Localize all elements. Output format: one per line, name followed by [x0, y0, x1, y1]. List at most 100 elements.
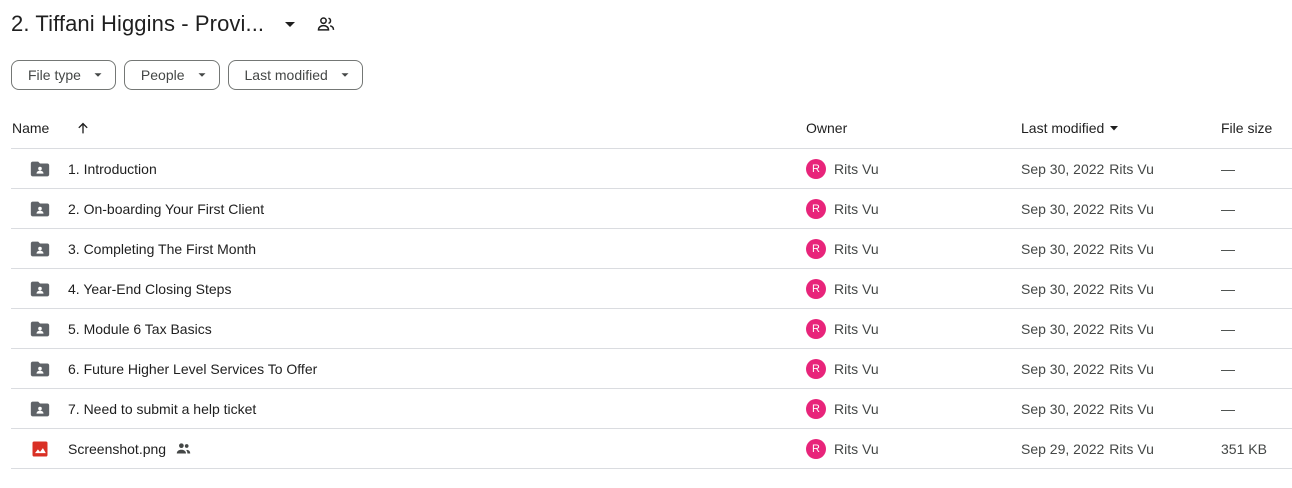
- owner-name: Rits Vu: [834, 400, 879, 417]
- last-modified-filter-label: Last modified: [244, 67, 328, 83]
- shared-people-icon[interactable]: [314, 12, 338, 36]
- chevron-down-icon: [195, 68, 209, 82]
- modified-by: Rits Vu: [1109, 160, 1154, 177]
- file-size: —: [1221, 360, 1235, 377]
- last-modified-cell: Sep 30, 2022 Rits Vu: [1021, 189, 1154, 228]
- file-size: —: [1221, 160, 1235, 177]
- last-modified-column-header[interactable]: Last modified: [1021, 120, 1120, 136]
- table-header: Name Owner Last modified File size: [11, 108, 1292, 149]
- avatar[interactable]: R: [806, 398, 826, 419]
- owner-cell: R Rits Vu: [806, 429, 879, 468]
- modified-date: Sep 30, 2022: [1021, 280, 1105, 297]
- file-size: —: [1221, 200, 1235, 217]
- modified-by: Rits Vu: [1109, 400, 1154, 417]
- avatar[interactable]: R: [806, 438, 826, 459]
- last-modified-filter[interactable]: Last modified: [227, 60, 363, 90]
- table-row[interactable]: 1. Introduction R Rits Vu Sep 30, 2022 R…: [11, 149, 1292, 189]
- file-type-filter-label: File type: [28, 67, 81, 83]
- file-name: 1. Introduction: [68, 160, 157, 177]
- modified-by: Rits Vu: [1109, 280, 1154, 297]
- shared-folder-icon: [29, 269, 51, 308]
- modified-date: Sep 30, 2022: [1021, 240, 1105, 257]
- sort-descending-caret-icon: [1108, 122, 1120, 134]
- table-row[interactable]: 6. Future Higher Level Services To Offer…: [11, 349, 1292, 389]
- table-row[interactable]: 2. On-boarding Your First Client R Rits …: [11, 189, 1292, 229]
- modified-by: Rits Vu: [1109, 200, 1154, 217]
- file-type-filter[interactable]: File type: [11, 60, 116, 90]
- avatar[interactable]: R: [806, 238, 826, 259]
- last-modified-cell: Sep 30, 2022 Rits Vu: [1021, 309, 1154, 348]
- filter-chips: File type People Last modified: [11, 60, 363, 90]
- modified-date: Sep 30, 2022: [1021, 400, 1105, 417]
- file-name: 4. Year-End Closing Steps: [68, 280, 232, 297]
- sort-ascending-icon[interactable]: [71, 116, 95, 140]
- modified-by: Rits Vu: [1109, 360, 1154, 377]
- modified-date: Sep 30, 2022: [1021, 160, 1105, 177]
- file-size-cell: —: [1221, 229, 1235, 268]
- arrow-drop-down-icon[interactable]: [278, 12, 302, 36]
- owner-name: Rits Vu: [834, 280, 879, 297]
- modified-date: Sep 29, 2022: [1021, 440, 1105, 457]
- modified-by: Rits Vu: [1109, 320, 1154, 337]
- shared-folder-icon: [29, 189, 51, 228]
- owner-cell: R Rits Vu: [806, 269, 879, 308]
- owner-name: Rits Vu: [834, 440, 879, 457]
- file-size: 351 KB: [1221, 440, 1267, 457]
- file-name: 2. On-boarding Your First Client: [68, 200, 265, 217]
- image-file-icon: [29, 429, 51, 468]
- avatar[interactable]: R: [806, 158, 826, 179]
- owner-cell: R Rits Vu: [806, 149, 879, 188]
- people-filter[interactable]: People: [123, 60, 220, 90]
- owner-column-header: Owner: [806, 120, 847, 136]
- owner-cell: R Rits Vu: [806, 189, 879, 228]
- owner-name: Rits Vu: [834, 320, 879, 337]
- table-row[interactable]: 4. Year-End Closing Steps R Rits Vu Sep …: [11, 269, 1292, 309]
- owner-cell: R Rits Vu: [806, 309, 879, 348]
- table-row[interactable]: Screenshot.png R Rits Vu Sep 29, 2022 Ri…: [11, 429, 1292, 469]
- avatar[interactable]: R: [806, 198, 826, 219]
- shared-folder-icon: [29, 149, 51, 188]
- file-size-column-header: File size: [1221, 120, 1272, 136]
- last-modified-cell: Sep 30, 2022 Rits Vu: [1021, 349, 1154, 388]
- modified-by: Rits Vu: [1109, 440, 1154, 457]
- file-size: —: [1221, 400, 1235, 417]
- file-size: —: [1221, 320, 1235, 337]
- shared-folder-icon: [29, 349, 51, 388]
- owner-cell: R Rits Vu: [806, 229, 879, 268]
- owner-name: Rits Vu: [834, 160, 879, 177]
- folder-title[interactable]: 2. Tiffani Higgins - Provi...: [11, 11, 264, 37]
- avatar[interactable]: R: [806, 358, 826, 379]
- name-column-header[interactable]: Name: [12, 116, 95, 140]
- last-modified-cell: Sep 30, 2022 Rits Vu: [1021, 269, 1154, 308]
- avatar[interactable]: R: [806, 278, 826, 299]
- modified-by: Rits Vu: [1109, 240, 1154, 257]
- name-column-label: Name: [12, 120, 50, 136]
- owner-name: Rits Vu: [834, 200, 879, 217]
- file-size-cell: —: [1221, 349, 1235, 388]
- chevron-down-icon: [338, 68, 352, 82]
- file-size-cell: —: [1221, 149, 1235, 188]
- shared-folder-icon: [29, 309, 51, 348]
- file-list: Name Owner Last modified File size 1. In…: [11, 108, 1292, 469]
- last-modified-cell: Sep 30, 2022 Rits Vu: [1021, 229, 1154, 268]
- people-filter-label: People: [140, 67, 185, 83]
- modified-date: Sep 30, 2022: [1021, 200, 1105, 217]
- file-size-cell: —: [1221, 389, 1235, 428]
- shared-folder-icon: [29, 229, 51, 268]
- folder-header: 2. Tiffani Higgins - Provi...: [11, 8, 338, 40]
- file-name: Screenshot.png: [68, 440, 167, 457]
- file-size-cell: —: [1221, 269, 1235, 308]
- file-size-cell: —: [1221, 309, 1235, 348]
- table-row[interactable]: 3. Completing The First Month R Rits Vu …: [11, 229, 1292, 269]
- last-modified-cell: Sep 30, 2022 Rits Vu: [1021, 149, 1154, 188]
- modified-date: Sep 30, 2022: [1021, 320, 1105, 337]
- owner-name: Rits Vu: [834, 240, 879, 257]
- last-modified-cell: Sep 29, 2022 Rits Vu: [1021, 429, 1154, 468]
- shared-folder-icon: [29, 389, 51, 428]
- table-row[interactable]: 7. Need to submit a help ticket R Rits V…: [11, 389, 1292, 429]
- file-name: 3. Completing The First Month: [68, 240, 257, 257]
- table-row[interactable]: 5. Module 6 Tax Basics R Rits Vu Sep 30,…: [11, 309, 1292, 349]
- chevron-down-icon: [91, 68, 105, 82]
- avatar[interactable]: R: [806, 318, 826, 339]
- file-name: 5. Module 6 Tax Basics: [68, 320, 212, 337]
